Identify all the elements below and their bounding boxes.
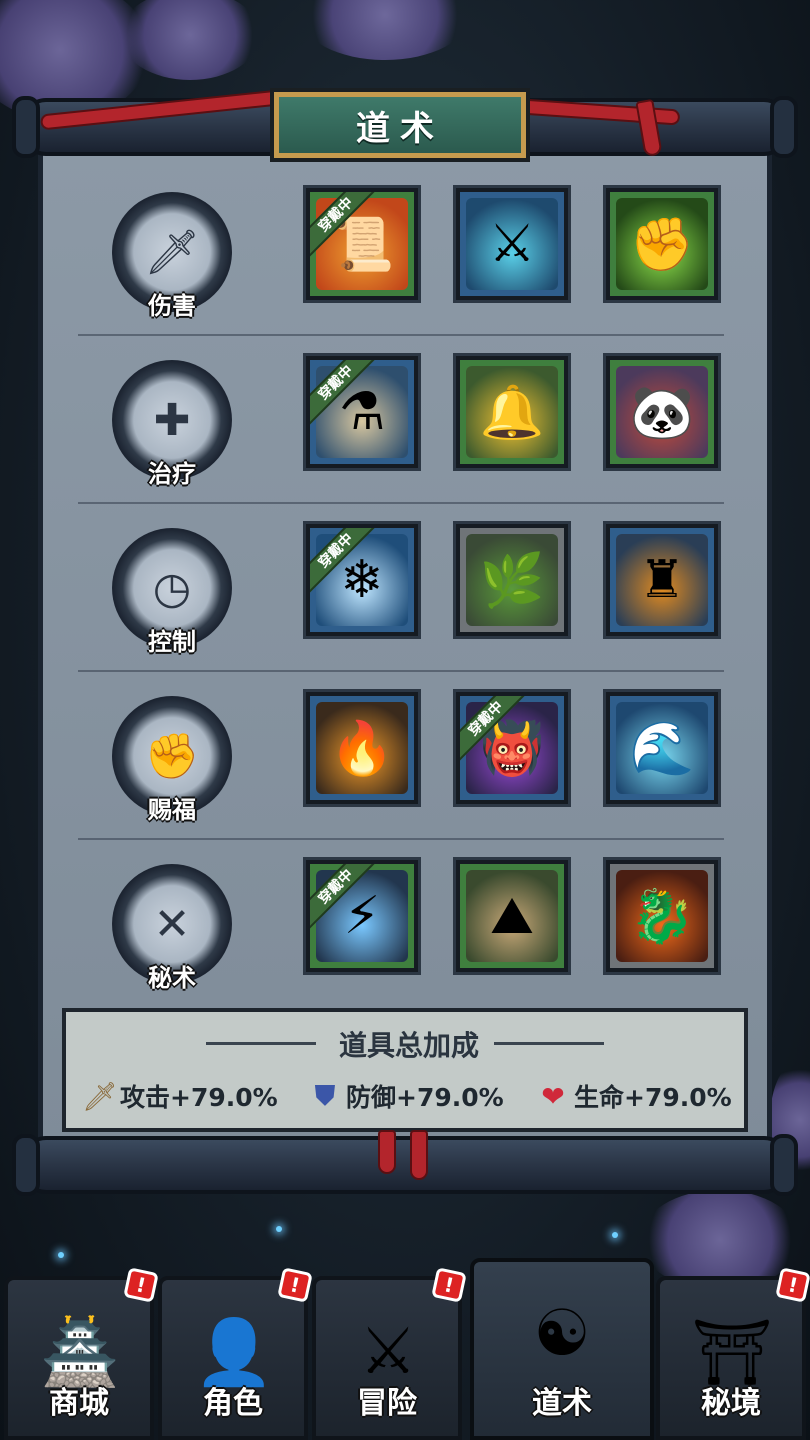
skill-slot[interactable]: ⛰ xyxy=(453,857,571,975)
attack-stat: 🗡 攻击+79.0% xyxy=(82,1078,278,1114)
skill-slot[interactable]: ❄ 穿戴中 xyxy=(303,521,421,639)
nav-tab-1[interactable]: 👤 角色! xyxy=(158,1267,313,1440)
golden-bell-icon: 🔔 xyxy=(479,382,545,443)
scroll-tassel xyxy=(410,1130,428,1180)
water-spirit-icon: 🌊 xyxy=(629,718,695,779)
row-divider xyxy=(78,502,724,504)
firefly-decoration xyxy=(58,1252,64,1258)
fire-talisman-icon: 📜 xyxy=(329,214,395,275)
nav-label: 商城 xyxy=(49,1386,109,1421)
crossed-blades-icon: ✕ xyxy=(153,898,191,950)
ice-crystal-icon: ❄ xyxy=(340,550,384,610)
category-1: ✚ 治疗 xyxy=(106,360,236,500)
category-label: 秘术 xyxy=(148,964,196,992)
skill-slot[interactable]: 📜 穿戴中 xyxy=(303,185,421,303)
row-divider xyxy=(78,334,724,336)
fire-spirit-icon: 🔥 xyxy=(329,718,395,779)
skill-row: ✚ 治疗 ⚗ 穿戴中 🔔 🐼 xyxy=(78,353,724,516)
blossom-decoration xyxy=(300,0,470,60)
nav-tab-3[interactable]: ☯ 道术 xyxy=(470,1258,654,1440)
page-title: 道术 xyxy=(356,108,444,149)
category-2: ◷ 控制 xyxy=(106,528,236,668)
yin-yang-icon: ☯ xyxy=(533,1297,591,1371)
scroll-bottom-rod xyxy=(12,1134,798,1196)
fire-dragon-icon: 🐉 xyxy=(629,886,695,947)
earth-spike-icon: ⛰ xyxy=(490,885,534,946)
skill-slot[interactable]: 👹 穿戴中 xyxy=(453,689,571,807)
skill-slot[interactable]: ♜ xyxy=(603,521,721,639)
skill-slot[interactable]: ⚔ xyxy=(453,185,571,303)
page-title-plaque: 道术 xyxy=(270,88,530,162)
skill-row: 🗡 伤害 📜 穿戴中 ⚔ ✊ xyxy=(78,185,724,348)
life-value: 生命+79.0% xyxy=(574,1083,732,1112)
skill-slot[interactable]: 🌊 xyxy=(603,689,721,807)
rod-cap xyxy=(12,96,40,158)
skill-slot[interactable]: 🔔 xyxy=(453,353,571,471)
life-stat: ❤ 生命+79.0% xyxy=(536,1078,732,1114)
firefly-decoration xyxy=(276,1226,282,1232)
category-label: 赐福 xyxy=(148,796,196,824)
skill-slot[interactable]: 🐉 xyxy=(603,857,721,975)
rod-cap xyxy=(12,1134,40,1196)
category-3: ✊ 赐福 xyxy=(106,696,236,836)
attack-value: 攻击+79.0% xyxy=(120,1083,278,1112)
rod-cap xyxy=(770,96,798,158)
bonus-title: 道具总加成 xyxy=(338,1029,479,1062)
row-divider xyxy=(78,670,724,672)
notification-badge: ! xyxy=(123,1267,159,1303)
firefly-decoration xyxy=(612,1232,618,1238)
nav-label: 角色 xyxy=(203,1386,263,1421)
skill-slot[interactable]: 🌿 xyxy=(453,521,571,639)
fist-icon: ✊ xyxy=(144,731,200,782)
category-4: ✕ 秘术 xyxy=(106,864,236,1004)
purple-beast-icon: 👹 xyxy=(479,718,545,779)
nav-label: 道术 xyxy=(532,1386,592,1421)
category-label: 治疗 xyxy=(148,460,196,488)
golden-pillar-icon: ♜ xyxy=(638,550,686,610)
skill-row: ◷ 控制 ❄ 穿戴中 🌿 ♜ xyxy=(78,521,724,684)
nav-label: 秘境 xyxy=(701,1386,761,1421)
skill-slot[interactable]: ⚡ 穿戴中 xyxy=(303,857,421,975)
nav-tab-2[interactable]: ⚔ 冒险! xyxy=(312,1267,467,1440)
heal-cross-icon: ✚ xyxy=(153,394,191,446)
skill-slot[interactable]: ⚗ 穿戴中 xyxy=(303,353,421,471)
skill-slot[interactable]: 🐼 xyxy=(603,353,721,471)
skill-row: ✊ 赐福 🔥 👹 穿戴中 🌊 xyxy=(78,689,724,852)
scroll-tassel xyxy=(378,1130,396,1174)
defense-stat: ⛊ 防御+79.0% xyxy=(308,1078,504,1114)
shield-icon: ⛊ xyxy=(314,1079,336,1112)
nav-tab-4[interactable]: ⛩ 秘境! xyxy=(656,1267,810,1440)
nav-label: 冒险 xyxy=(357,1386,417,1421)
panda-monk-icon: 🐼 xyxy=(629,382,695,443)
category-label: 控制 xyxy=(148,628,196,656)
blossom-decoration xyxy=(640,1190,800,1290)
medicine-bottle-icon: ⚗ xyxy=(338,382,386,442)
vines-icon: 🌿 xyxy=(479,550,545,611)
sword-icon: 🗡 xyxy=(82,1079,118,1113)
heart-icon: ❤ xyxy=(541,1079,565,1113)
clock-icon: ◷ xyxy=(152,562,192,614)
skill-row: ✕ 秘术 ⚡ 穿戴中 ⛰ 🐉 xyxy=(78,857,724,1020)
skill-slot[interactable]: 🔥 xyxy=(303,689,421,807)
green-fist-icon: ✊ xyxy=(629,214,695,275)
total-bonus-panel: 道具总加成 🗡 攻击+79.0% ⛊ 防御+79.0% ❤ 生命+79.0% xyxy=(62,1008,748,1132)
flying-swords-icon: ⚔ xyxy=(488,214,536,274)
thunder-cloud-icon: ⚡ xyxy=(343,886,381,946)
category-0: 🗡 伤害 xyxy=(106,192,236,332)
rod-cap xyxy=(770,1134,798,1196)
notification-badge: ! xyxy=(277,1267,313,1303)
skill-slot[interactable]: ✊ xyxy=(603,185,721,303)
category-label: 伤害 xyxy=(148,292,196,320)
notification-badge: ! xyxy=(431,1267,467,1303)
nav-tab-0[interactable]: 🏯 商城! xyxy=(4,1267,159,1440)
notification-badge: ! xyxy=(775,1267,810,1303)
defense-value: 防御+79.0% xyxy=(346,1083,504,1112)
sword-icon: 🗡 xyxy=(144,227,200,278)
row-divider xyxy=(78,838,724,840)
